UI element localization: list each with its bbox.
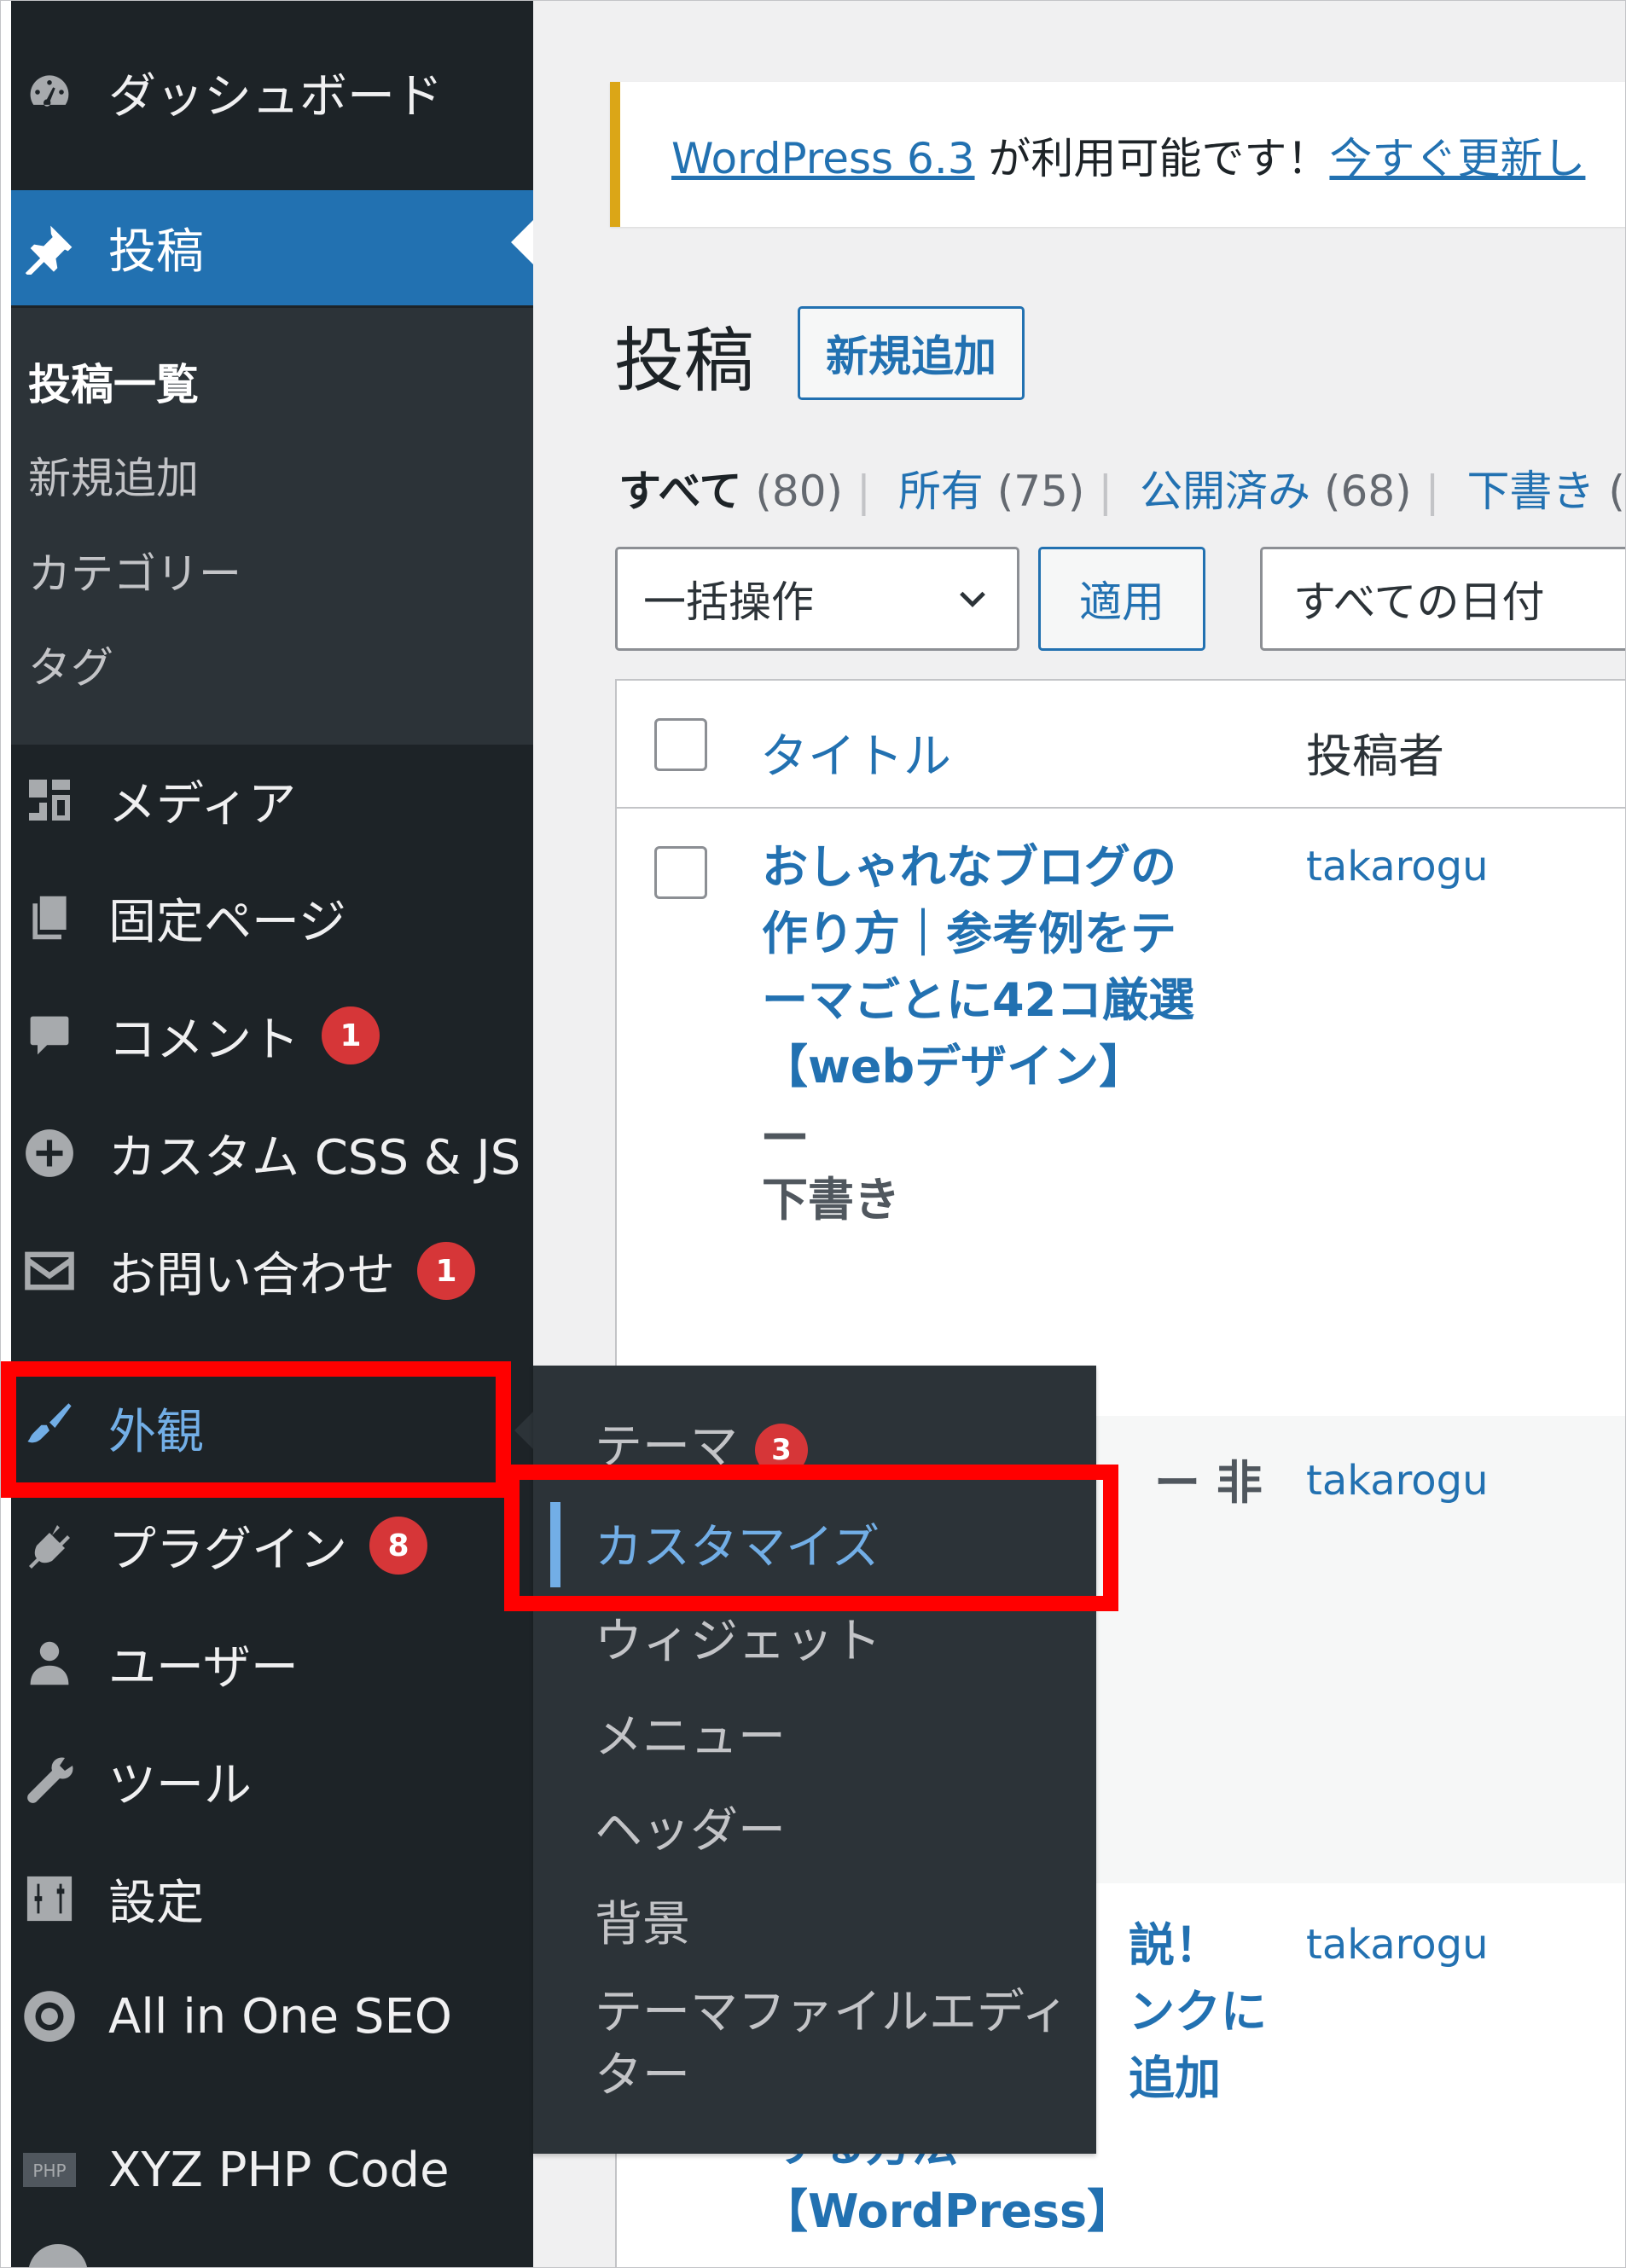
filter-published[interactable]: 公開済み — [1140, 467, 1310, 516]
submenu-all-posts[interactable]: 投稿一覧 — [28, 351, 199, 412]
menu-plugins[interactable]: プラグイン 8 — [11, 1499, 533, 1592]
highlight-customize-item — [504, 1465, 1118, 1611]
post-author-link[interactable]: takarogu — [1306, 843, 1489, 890]
svg-text:PHP: PHP — [32, 2161, 66, 2181]
menu-dashboard-label: ダッシュボード — [108, 68, 443, 125]
post-author-link[interactable]: takarogu — [1306, 1921, 1489, 1969]
plugins-update-badge: 8 — [369, 1517, 427, 1575]
menu-custom-css-js-label: カスタム CSS & JS — [108, 1129, 521, 1186]
highlight-appearance-menu — [1, 1361, 511, 1498]
post-title-fragment-5[interactable]: 【WordPress】 — [762, 2178, 1188, 2245]
post-author-link[interactable]: takarogu — [1306, 1457, 1489, 1505]
user-icon — [20, 1633, 79, 1693]
column-author-header: 投稿者 — [1306, 729, 1444, 783]
notice-message: が利用可能です！ — [974, 134, 1330, 183]
row-checkbox[interactable] — [654, 846, 707, 899]
menu-posts-label: 投稿 — [108, 224, 204, 280]
aioseo-logo-icon — [20, 1987, 79, 2046]
update-notice: WordPress 6.3 が利用可能です！今すぐ更新し — [610, 82, 1625, 227]
select-all-checkbox[interactable] — [654, 718, 707, 771]
flyout-menus[interactable]: メニュー — [595, 1698, 786, 1767]
dashboard-icon — [20, 62, 79, 122]
submenu-add-new[interactable]: 新規追加 — [28, 444, 199, 506]
flyout-background[interactable]: 背景 — [595, 1886, 690, 1955]
filter-mine-count: (75) — [996, 467, 1085, 516]
submenu-tags[interactable]: タグ — [28, 634, 113, 695]
add-new-post-button[interactable]: 新規追加 — [798, 306, 1025, 400]
menu-comments[interactable]: コメント 1 — [11, 989, 533, 1082]
pin-icon — [20, 218, 79, 278]
menu-pages-label: 固定ページ — [108, 894, 346, 950]
menu-aioseo[interactable]: All in One SEO — [11, 1969, 533, 2063]
wordpress-version-link[interactable]: WordPress 6.3 — [671, 134, 975, 183]
bulk-actions-select[interactable]: 一括操作 — [615, 547, 1019, 651]
media-icon — [20, 770, 79, 830]
posts-submenu: 投稿一覧 新規追加 カテゴリー タグ — [11, 308, 533, 745]
flyout-header[interactable]: ヘッダー — [595, 1792, 786, 1861]
menu-settings[interactable]: 設定 — [11, 1852, 533, 1946]
settings-sliders-icon — [20, 1869, 79, 1929]
menu-users-label: ユーザー — [108, 1639, 299, 1696]
submenu-categories[interactable]: カテゴリー — [28, 540, 241, 601]
menu-contact[interactable]: お問い合わせ 1 — [11, 1224, 533, 1318]
filter-published-count: (68) — [1324, 467, 1412, 516]
menu-xyz-php[interactable]: PHP XYZ PHP Code — [11, 2123, 533, 2217]
menu-xyz-php-label: XYZ PHP Code — [108, 2142, 450, 2198]
menu-settings-label: 設定 — [108, 1875, 204, 1931]
update-now-link[interactable]: 今すぐ更新し — [1329, 134, 1585, 183]
screenshot-frame: ダッシュボード 投稿 投稿一覧 新規追加 カテゴリー タグ メディア 固定ページ… — [0, 0, 1626, 2268]
plus-circle-icon — [20, 1123, 79, 1183]
apply-button[interactable]: 適用 — [1038, 547, 1205, 651]
active-indicator-arrow — [511, 220, 533, 264]
column-title-header[interactable]: タイトル — [760, 718, 951, 787]
comments-count-badge: 1 — [322, 1006, 380, 1064]
filter-all[interactable]: すべて — [618, 467, 742, 516]
wrench-icon — [20, 1751, 79, 1811]
table-header: タイトル 投稿者 — [617, 681, 1625, 809]
date-filter-select[interactable]: すべての日付 — [1260, 547, 1625, 651]
menu-tools-label: ツール — [108, 1757, 252, 1813]
post-title-fragment-3[interactable]: 追加 — [1129, 2045, 1299, 2112]
filter-mine[interactable]: 所有 — [898, 467, 984, 516]
menu-media[interactable]: メディア — [11, 753, 533, 847]
post-title-fragment-2[interactable]: ンクに — [1129, 1979, 1316, 2045]
mail-icon — [20, 1241, 79, 1301]
update-notice-text: WordPress 6.3 が利用可能です！今すぐ更新し — [671, 125, 1585, 186]
post-title-link[interactable]: おしゃれなブログの 作り方｜参考例をテ ーマごとに42コ厳選 【webデザイン】… — [762, 834, 1205, 1233]
menu-dashboard[interactable]: ダッシュボード — [11, 45, 533, 139]
menu-media-label: メディア — [108, 776, 297, 832]
post-status-filters: すべて (80)| 所有 (75)| 公開済み (68)| 下書き (8) — [618, 457, 1625, 519]
menu-pages[interactable]: 固定ページ — [11, 871, 533, 965]
contact-count-badge: 1 — [417, 1242, 475, 1300]
menu-plugins-label: プラグイン — [108, 1522, 347, 1578]
admin-sidebar: ダッシュボード 投稿 投稿一覧 新規追加 カテゴリー タグ メディア 固定ページ… — [11, 1, 533, 2267]
flyout-theme-file-editor[interactable]: テーマファイルエディ ター — [595, 1981, 1069, 2108]
menu-custom-css-js[interactable]: カスタム CSS & JS — [11, 1106, 533, 1200]
post-title-fragment: ー 非 — [1154, 1456, 1263, 1510]
bulk-actions-value: 一括操作 — [643, 577, 814, 627]
pages-icon — [20, 888, 79, 948]
chevron-down-icon — [954, 578, 991, 628]
page-title: 投稿 — [614, 321, 755, 402]
post-title-fragment-1[interactable]: 説！ — [1129, 1912, 1299, 1979]
menu-contact-label: お問い合わせ — [108, 1247, 395, 1303]
comment-icon — [20, 1006, 79, 1065]
table-row: おしゃれなブログの 作り方｜参考例をテ ーマごとに42コ厳選 【webデザイン】… — [617, 809, 1625, 1240]
menu-comments-label: コメント — [108, 1012, 299, 1068]
php-icon: PHP — [20, 2140, 79, 2200]
filter-draft-count: (8) — [1608, 467, 1625, 516]
next-menu-icon-partial — [28, 2244, 88, 2267]
filter-draft[interactable]: 下書き — [1466, 467, 1594, 516]
date-filter-value: すべての日付 — [1293, 577, 1545, 627]
menu-aioseo-label: All in One SEO — [108, 1988, 452, 2045]
filter-all-count: (80) — [755, 467, 844, 516]
plugin-icon — [20, 1516, 79, 1575]
flyout-widgets[interactable]: ウィジェット — [595, 1603, 881, 1672]
menu-users[interactable]: ユーザー — [11, 1616, 533, 1710]
menu-tools[interactable]: ツール — [11, 1734, 533, 1828]
menu-posts[interactable]: 投稿 — [11, 190, 533, 305]
post-state-draft: 下書き — [762, 1173, 900, 1227]
